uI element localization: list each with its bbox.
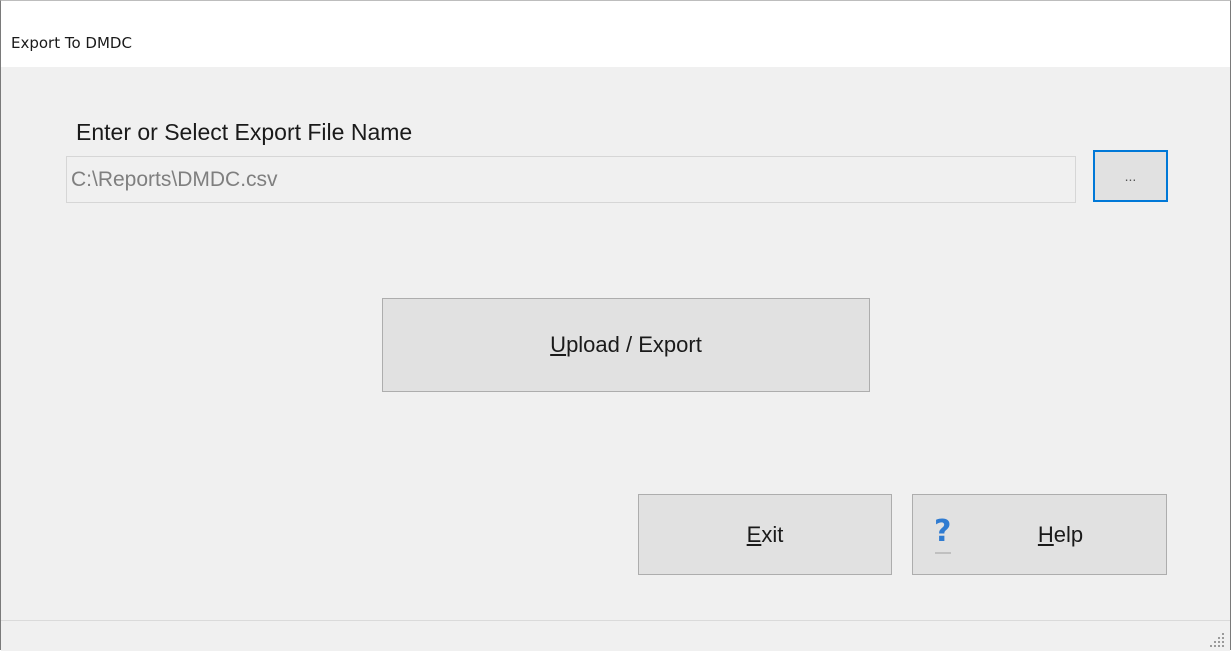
- export-dialog-window: Export To DMDC Enter or Select Export Fi…: [0, 0, 1231, 651]
- export-file-label: Enter or Select Export File Name: [76, 119, 413, 145]
- title-bar[interactable]: Export To DMDC: [1, 1, 1230, 67]
- resize-grip-icon[interactable]: [1210, 633, 1224, 647]
- upload-export-button[interactable]: Upload / Export: [382, 298, 870, 392]
- status-bar: [1, 620, 1230, 651]
- browse-file-button[interactable]: ...: [1093, 150, 1168, 202]
- browse-button-label: ...: [1124, 168, 1137, 184]
- exit-button[interactable]: Exit: [638, 494, 892, 575]
- help-button[interactable]: ? Help: [912, 494, 1167, 575]
- exit-label: Exit: [746, 521, 784, 547]
- help-label: Help: [1037, 521, 1084, 547]
- window-title: Export To DMDC: [11, 34, 132, 52]
- upload-export-label: Upload / Export: [550, 332, 702, 357]
- question-mark-icon: ?: [934, 514, 952, 554]
- export-file-path-input[interactable]: [66, 156, 1076, 203]
